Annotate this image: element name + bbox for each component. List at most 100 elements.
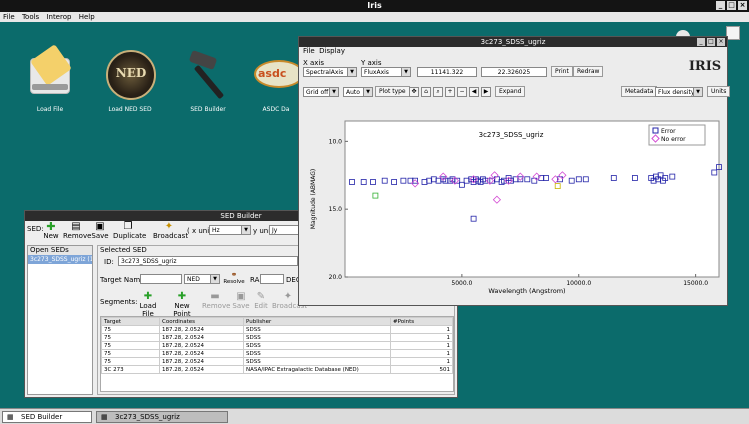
segment-load-file-button[interactable]: ✚ Load File <box>134 292 162 319</box>
plus-icon: ✚ <box>46 220 56 233</box>
segment-remove-button[interactable]: ▬ Remove <box>202 292 230 311</box>
resolve-button[interactable]: ⚭ Resolve <box>222 270 246 285</box>
taskbar-plot-window[interactable]: ▦ 3c273_SDSS_ugriz <box>96 411 228 423</box>
cell-points: 1 <box>390 341 453 350</box>
desktop-icon-sed-builder[interactable]: SED Builder <box>168 48 248 113</box>
cell-publisher: SDSS <box>243 325 391 334</box>
minimize-icon[interactable]: _ <box>697 38 705 46</box>
binoculars-icon: ⚭ <box>230 270 238 279</box>
segment-save-button[interactable]: ▣ Save <box>232 291 250 311</box>
duplicate-button[interactable]: ❐ Duplicate <box>113 221 146 240</box>
desktop-icon-label: Load NED SED <box>108 106 152 113</box>
table-row[interactable]: 75 187.28, 2.0524 SDSS 1 <box>101 349 453 358</box>
remove-button[interactable]: ▤ Remove <box>63 221 91 240</box>
broadcast-icon: ✦ <box>164 221 174 232</box>
table-row[interactable]: 75 187.28, 2.0524 SDSS 1 <box>101 341 453 350</box>
table-row[interactable]: 75 187.28, 2.0524 SDSS 1 <box>101 333 453 342</box>
plot-window-titlebar: 3c273_SDSS_ugriz _ □ × <box>299 37 727 47</box>
zoom-in-icon[interactable]: + <box>445 87 455 97</box>
y-axis-title: Magnitude (ABMAG) <box>310 169 317 229</box>
cell-target: 3C 273 <box>101 365 160 374</box>
zoom-box-icon[interactable]: ⌕ <box>433 87 443 97</box>
y-unit-value: Jy <box>272 227 278 234</box>
id-input[interactable]: 3c273_SDSS_ugriz <box>118 256 298 266</box>
home-icon[interactable]: ⌂ <box>421 87 431 97</box>
remove-icon: ▤ <box>71 221 81 232</box>
chevron-down-icon: ▼ <box>347 68 356 76</box>
x-tick-label: 5000.0 <box>451 280 472 287</box>
column-header-coordinates[interactable]: Coordinates <box>159 317 244 326</box>
chevron-down-icon: ▼ <box>241 226 250 234</box>
menu-interop[interactable]: Interop <box>46 13 71 21</box>
menu-file[interactable]: File <box>3 13 15 21</box>
cursor-x-field[interactable]: 11141.322 <box>417 67 477 77</box>
desktop-icon-label: ASDC Da <box>262 106 290 113</box>
plot-menu-display[interactable]: Display <box>319 47 345 55</box>
x-axis-label: X axis <box>303 59 325 67</box>
plot-type-button[interactable]: Plot type <box>375 86 410 97</box>
column-header-target[interactable]: Target <box>101 317 160 326</box>
desktop-icon-load-file[interactable]: Load File <box>10 44 90 113</box>
units-button[interactable]: Units <box>707 86 731 97</box>
x-tick-label: 10000.0 <box>566 280 591 287</box>
cell-target: 75 <box>101 349 160 358</box>
print-button[interactable]: Print <box>551 66 573 77</box>
save-label: Save <box>232 302 250 310</box>
cell-points: 1 <box>390 357 453 366</box>
save-icon: ▣ <box>95 221 105 232</box>
cursor-y-field[interactable]: 22.326025 <box>481 67 547 77</box>
cell-points: 1 <box>390 325 453 334</box>
sed-plot[interactable]: 3c273_SDSS_ugriz Wavelength (Angstrom) M… <box>299 103 727 303</box>
table-header-row: Target Coordinates Publisher #Points <box>101 317 453 326</box>
x-axis-select[interactable]: SpectralAxis ▼ <box>303 67 357 77</box>
table-row[interactable]: 75 187.28, 2.0524 SDSS 1 <box>101 357 453 366</box>
table-row[interactable]: 75 187.28, 2.0524 SDSS 1 <box>101 325 453 334</box>
new-button[interactable]: ✚ New <box>41 221 61 240</box>
open-sed-item[interactable]: 3c273_SDSS_ugriz (1 <box>28 255 92 264</box>
ra-input[interactable] <box>260 274 284 284</box>
new-point-button[interactable]: ✚ New Point <box>166 292 198 319</box>
x-unit-select[interactable]: Hz ▼ <box>209 225 251 235</box>
table-row[interactable]: 3C 273 187.28, 2.0524 NASA/IPAC Extragal… <box>101 365 453 374</box>
scale-select[interactable]: Auto ▼ <box>343 87 373 97</box>
zoom-out-icon[interactable]: − <box>457 87 467 97</box>
metadata-button[interactable]: Metadata <box>621 86 658 97</box>
cell-target: 75 <box>101 325 160 334</box>
desktop-icon-asdc[interactable]: asdc ASDC Da <box>246 48 306 113</box>
grid-select[interactable]: Grid off ▼ <box>303 87 339 97</box>
target-resolver-select[interactable]: NED ▼ <box>184 274 220 284</box>
cell-publisher: SDSS <box>243 349 391 358</box>
target-name-input[interactable] <box>140 274 182 284</box>
cell-points: 1 <box>390 333 453 342</box>
pan-icon[interactable]: ✥ <box>409 87 419 97</box>
segments-table: Target Coordinates Publisher #Points 75 … <box>101 317 453 374</box>
segment-edit-button[interactable]: ✎ Edit <box>252 291 270 311</box>
column-header-publisher[interactable]: Publisher <box>243 317 391 326</box>
broadcast-button[interactable]: ✦ Broadcast <box>153 221 188 240</box>
column-header-points[interactable]: #Points <box>390 317 453 326</box>
flux-density-select[interactable]: Flux density ▼ <box>655 87 703 97</box>
arrow-left-icon[interactable]: ◀ <box>469 87 479 97</box>
maximize-icon[interactable]: □ <box>707 38 715 46</box>
minimize-icon[interactable]: _ <box>716 1 725 10</box>
desktop-icon-load-ned[interactable]: NED Load NED SED <box>90 48 170 113</box>
save-button[interactable]: ▣ Save <box>91 221 109 240</box>
taskbar-sed-builder[interactable]: ▦ SED Builder <box>2 411 92 423</box>
edit-icon: ✎ <box>256 291 266 302</box>
plot-title: 3c273_SDSS_ugriz <box>479 131 544 139</box>
plot-menu-file[interactable]: File <box>303 47 315 55</box>
taskbar: ▦ SED Builder ▦ 3c273_SDSS_ugriz <box>0 408 749 424</box>
menu-tools[interactable]: Tools <box>22 13 39 21</box>
y-unit-select[interactable]: Jy <box>269 225 299 235</box>
menu-help[interactable]: Help <box>79 13 95 21</box>
close-icon[interactable]: × <box>717 38 725 46</box>
y-axis-select[interactable]: FluxAxis ▼ <box>361 67 411 77</box>
chevron-down-icon: ▼ <box>329 88 338 96</box>
arrow-right-icon[interactable]: ▶ <box>481 87 491 97</box>
redraw-button[interactable]: Redraw <box>573 66 604 77</box>
expand-button[interactable]: Expand <box>495 86 526 97</box>
desktop-shortcut-icon[interactable] <box>726 26 740 40</box>
close-icon[interactable]: × <box>738 1 747 10</box>
maximize-icon[interactable]: □ <box>727 1 736 10</box>
save-icon: ▣ <box>236 291 246 302</box>
